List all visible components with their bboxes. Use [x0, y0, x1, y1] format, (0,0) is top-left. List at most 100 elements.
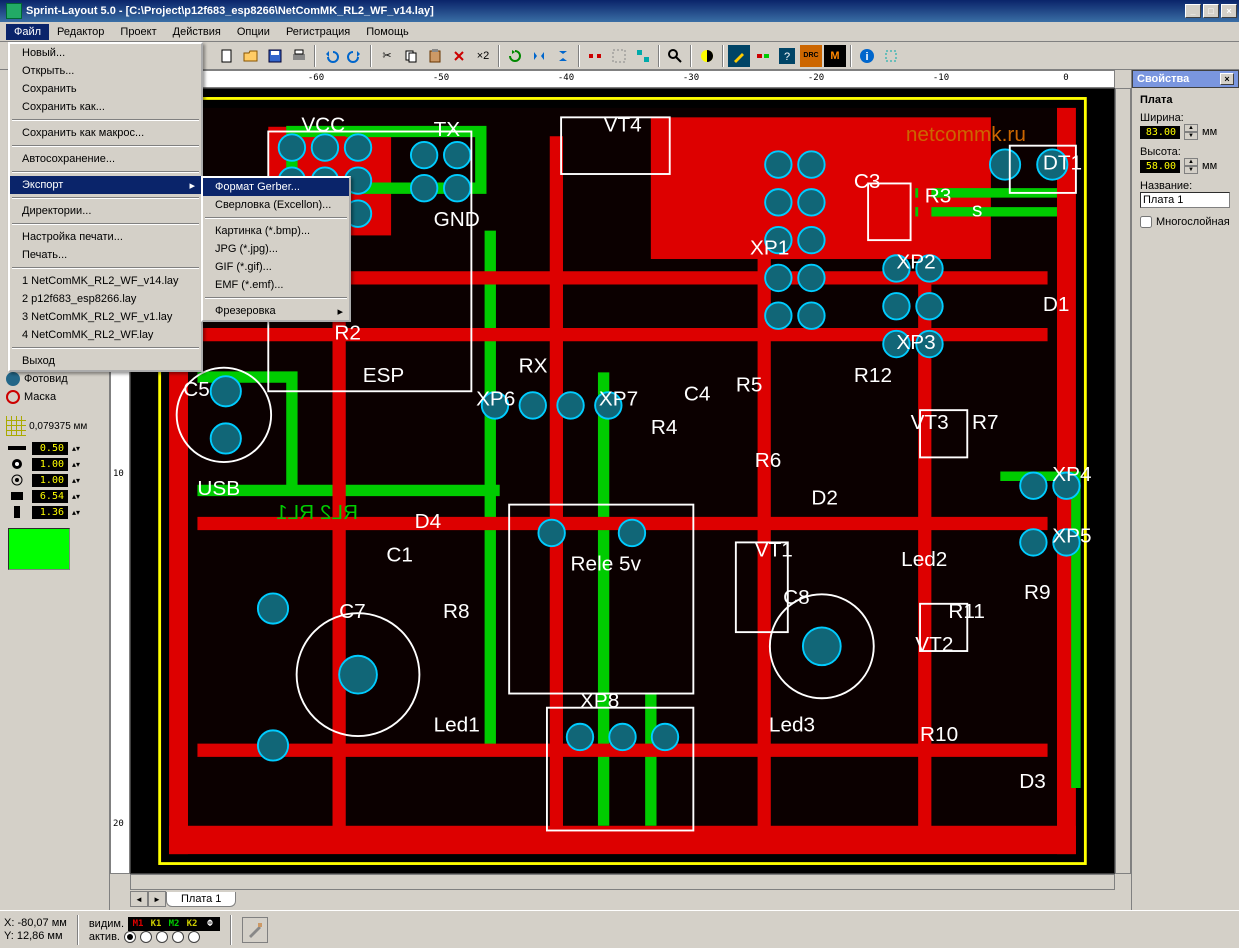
- export-menu-item[interactable]: JPG (*.jpg)...: [203, 240, 349, 258]
- export-menu-item[interactable]: Фрезеровка: [203, 302, 349, 320]
- ungroup-button[interactable]: [632, 45, 654, 67]
- cut-button[interactable]: ✂: [376, 45, 398, 67]
- multilayer-checkbox[interactable]: [1140, 216, 1152, 228]
- layer-swatch[interactable]: М1: [129, 918, 147, 930]
- macro-button[interactable]: M: [824, 45, 846, 67]
- drc-button[interactable]: DRC: [800, 45, 822, 67]
- width-value[interactable]: 83.00: [1140, 126, 1180, 139]
- paste-button[interactable]: [424, 45, 446, 67]
- svg-text:XP2: XP2: [896, 250, 935, 273]
- print-button[interactable]: [288, 45, 310, 67]
- dim-2[interactable]: 1.00: [32, 474, 68, 487]
- file-menu-item[interactable]: Открыть...: [10, 62, 201, 80]
- scrollbar-horizontal[interactable]: [130, 874, 1115, 890]
- layer-swatch[interactable]: К2: [183, 918, 201, 930]
- file-menu-item[interactable]: 3 NetComMK_RL2_WF_v1.lay: [10, 308, 201, 326]
- menu-Редактор[interactable]: Редактор: [49, 24, 112, 40]
- export-menu-item[interactable]: EMF (*.emf)...: [203, 276, 349, 294]
- svg-text:R6: R6: [755, 449, 782, 472]
- menu-Опции[interactable]: Опции: [229, 24, 278, 40]
- select-button[interactable]: [880, 45, 902, 67]
- minimize-button[interactable]: _: [1185, 4, 1201, 18]
- layer-radio-4[interactable]: [172, 931, 184, 943]
- width-spinner[interactable]: ▲▼: [1184, 124, 1198, 140]
- close-button[interactable]: ×: [1221, 4, 1237, 18]
- menu-Проект[interactable]: Проект: [112, 24, 164, 40]
- mirror-v-button[interactable]: [552, 45, 574, 67]
- layer-radio-1[interactable]: [124, 931, 136, 943]
- delete-button[interactable]: [448, 45, 470, 67]
- file-menu-item[interactable]: Настройка печати...: [10, 228, 201, 246]
- file-menu-item[interactable]: Сохранить: [10, 80, 201, 98]
- menu-Регистрация[interactable]: Регистрация: [278, 24, 358, 40]
- svg-text:XP5: XP5: [1052, 524, 1091, 547]
- grid-icon: [6, 416, 26, 436]
- maximize-button[interactable]: □: [1203, 4, 1219, 18]
- width-unit: мм: [1202, 126, 1217, 138]
- trackwidth-icon: [6, 441, 28, 455]
- menu-Действия[interactable]: Действия: [165, 24, 229, 40]
- tool2-button[interactable]: [752, 45, 774, 67]
- coord-x: X: -80,07 мм: [4, 917, 67, 930]
- file-menu-item[interactable]: Директории...: [10, 202, 201, 220]
- dim-1[interactable]: 1.00: [32, 458, 68, 471]
- info-button[interactable]: i: [856, 45, 878, 67]
- photoview-item[interactable]: Фотовид: [0, 370, 109, 388]
- group-button[interactable]: [608, 45, 630, 67]
- tab-next-button[interactable]: ►: [148, 891, 166, 907]
- align-button[interactable]: [584, 45, 606, 67]
- file-menu-item[interactable]: Новый...: [10, 44, 201, 62]
- layer-swatch[interactable]: К1: [147, 918, 165, 930]
- scrollbar-vertical[interactable]: [1115, 88, 1131, 874]
- file-menu-item[interactable]: Автосохранение...: [10, 150, 201, 168]
- undo-button[interactable]: [320, 45, 342, 67]
- redo-button[interactable]: [344, 45, 366, 67]
- photoview-label: Фотовид: [24, 373, 68, 385]
- properties-close-button[interactable]: ×: [1220, 73, 1234, 85]
- menu-Файл[interactable]: Файл: [6, 24, 49, 40]
- dim-4[interactable]: 1.36: [32, 506, 68, 519]
- new-button[interactable]: [216, 45, 238, 67]
- layer-radio-3[interactable]: [156, 931, 168, 943]
- tool1-button[interactable]: [728, 45, 750, 67]
- board-tab[interactable]: Плата 1: [166, 892, 236, 907]
- layer-swatch[interactable]: М2: [165, 918, 183, 930]
- layer-radio-5[interactable]: [188, 931, 200, 943]
- dim-3[interactable]: 6.54: [32, 490, 68, 503]
- duplicate-button[interactable]: ×2: [472, 45, 494, 67]
- svg-text:XP6: XP6: [476, 387, 515, 410]
- mask-item[interactable]: Маска: [0, 388, 109, 406]
- height-value[interactable]: 58.00: [1140, 160, 1180, 173]
- grid-setting[interactable]: 0,079375 мм: [0, 412, 109, 440]
- file-menu-item[interactable]: 2 p12f683_esp8266.lay: [10, 290, 201, 308]
- rotate-button[interactable]: [504, 45, 526, 67]
- svg-text:RX: RX: [519, 354, 548, 377]
- dim-0[interactable]: 0.50: [32, 442, 68, 455]
- menu-Помощь[interactable]: Помощь: [358, 24, 417, 40]
- export-menu-item[interactable]: GIF (*.gif)...: [203, 258, 349, 276]
- name-input[interactable]: [1140, 192, 1230, 208]
- open-button[interactable]: [240, 45, 262, 67]
- export-menu-item[interactable]: Формат Gerber...: [203, 178, 349, 196]
- status-tool-button[interactable]: [242, 917, 268, 943]
- mirror-h-button[interactable]: [528, 45, 550, 67]
- file-menu-item[interactable]: Печать...: [10, 246, 201, 264]
- tab-prev-button[interactable]: ◄: [130, 891, 148, 907]
- export-menu-item[interactable]: Картинка (*.bmp)...: [203, 222, 349, 240]
- file-menu-item[interactable]: Сохранить как...: [10, 98, 201, 116]
- file-menu-item[interactable]: 1 NetComMK_RL2_WF_v14.lay: [10, 272, 201, 290]
- contrast-button[interactable]: [696, 45, 718, 67]
- export-menu-item[interactable]: Сверловка (Excellon)...: [203, 196, 349, 214]
- save-button[interactable]: [264, 45, 286, 67]
- help-button[interactable]: ?: [776, 45, 798, 67]
- copy-button[interactable]: [400, 45, 422, 67]
- file-menu-item[interactable]: Сохранить как макрос...: [10, 124, 201, 142]
- file-menu-item[interactable]: Экспорт: [10, 176, 201, 194]
- layer-radio-2[interactable]: [140, 931, 152, 943]
- file-menu-item[interactable]: Выход: [10, 352, 201, 370]
- zoom-button[interactable]: [664, 45, 686, 67]
- layer-swatch[interactable]: Ф: [201, 918, 219, 930]
- height-spinner[interactable]: ▲▼: [1184, 158, 1198, 174]
- file-menu-item[interactable]: 4 NetComMK_RL2_WF.lay: [10, 326, 201, 344]
- color-sample[interactable]: [8, 528, 70, 570]
